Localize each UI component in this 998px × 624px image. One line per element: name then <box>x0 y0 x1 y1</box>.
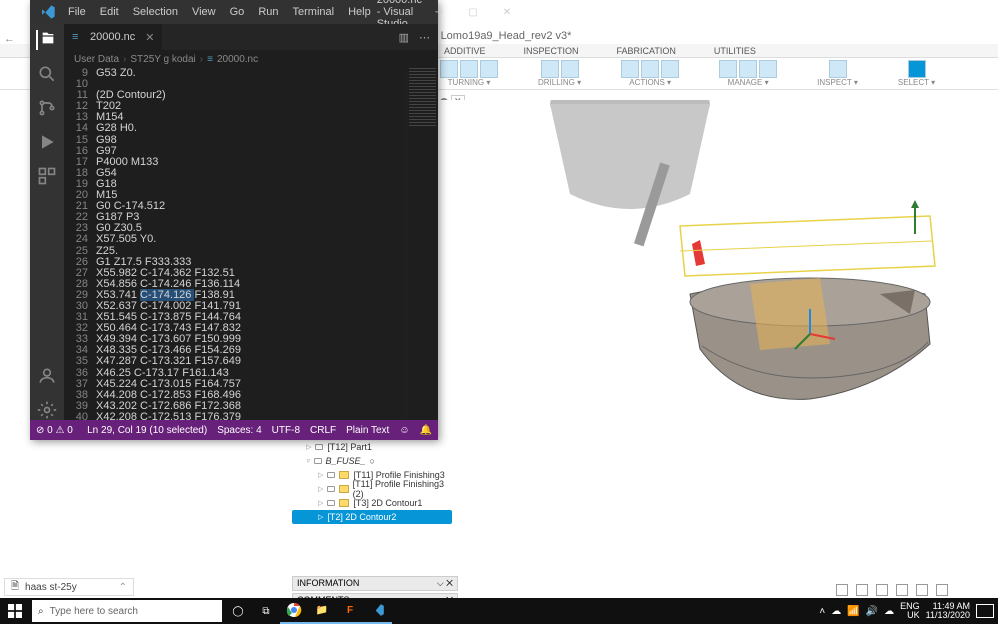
nav-home-icon[interactable] <box>836 584 848 596</box>
windows-taskbar[interactable]: ⌕ Type here to search ◯ ⧉ 📁 F ˄ ☁ 📶 🔊 ☁ … <box>0 598 998 624</box>
vscode-tabbar[interactable]: ≡ 20000.nc ✕ ▥ ⋯ <box>64 24 438 50</box>
language-indicator[interactable]: ENGUK <box>900 602 920 620</box>
explorer-file-tab[interactable]: 🗎 haas st-25y ⌃ <box>4 578 134 596</box>
editor-tab[interactable]: ≡ 20000.nc ✕ <box>64 24 163 50</box>
extensions-icon[interactable] <box>37 166 57 186</box>
system-tray[interactable]: ˄ ☁ 📶 🔊 ☁ ENGUK 11:49 AM11/13/2020 <box>819 602 998 620</box>
nav-fit-icon[interactable] <box>916 584 928 596</box>
search-icon[interactable] <box>37 64 57 84</box>
menu-go[interactable]: Go <box>224 3 251 21</box>
info-header[interactable]: INFORMATION <box>297 578 359 589</box>
status-spaces[interactable]: Spaces: 4 <box>217 425 261 436</box>
ribbon-select[interactable]: SELECT ▾ <box>898 60 935 87</box>
line-gutter: 9101112131415161718192021222324252627282… <box>64 68 96 420</box>
minimap[interactable] <box>406 68 438 420</box>
vscode-logo-icon <box>40 4 56 20</box>
tree-part[interactable]: [T12] Part1 <box>327 442 372 452</box>
nav-zoom-icon[interactable] <box>896 584 908 596</box>
menu-help[interactable]: Help <box>342 3 377 21</box>
wifi-icon[interactable]: 📶 <box>847 606 859 617</box>
volume-icon[interactable]: 🔊 <box>866 606 878 617</box>
op-contour1[interactable]: [T3] 2D Contour1 <box>353 498 422 508</box>
vscode-taskbar-icon[interactable] <box>364 598 392 624</box>
op-contour2-selected[interactable]: [T2] 2D Contour2 <box>327 512 396 522</box>
tab-utilities[interactable]: UTILITIES <box>710 44 760 58</box>
status-language[interactable]: Plain Text <box>346 425 389 436</box>
file-type-icon: ≡ <box>72 31 84 43</box>
nav-pan-icon[interactable] <box>876 584 888 596</box>
menu-view[interactable]: View <box>186 3 222 21</box>
account-icon[interactable] <box>37 366 57 386</box>
menu-edit[interactable]: Edit <box>94 3 125 21</box>
menu-selection[interactable]: Selection <box>127 3 184 21</box>
start-button[interactable] <box>0 598 30 624</box>
minimize-button[interactable]: ─ <box>422 0 456 24</box>
chevron-up-icon[interactable]: ⌃ <box>119 582 127 593</box>
cortana-icon[interactable]: ◯ <box>224 598 252 624</box>
op-profile-2[interactable]: [T11] Profile Finishing3 (2) <box>353 479 452 499</box>
vscode-activity-bar[interactable] <box>30 24 64 420</box>
notification-icon[interactable] <box>976 604 994 618</box>
gear-icon[interactable] <box>37 400 57 420</box>
explorer-taskbar-icon[interactable]: 📁 <box>308 598 336 624</box>
bell-icon[interactable]: 🔔 <box>420 425 432 436</box>
info-collapse-icon[interactable]: ⌵ ✕ <box>437 578 453 589</box>
fusion-taskbar-icon[interactable]: F <box>336 598 364 624</box>
vscode-breadcrumb[interactable]: User Data› ST25Y g kodai› ≡20000.nc <box>64 50 438 68</box>
more-icon[interactable]: ⋯ <box>419 31 430 44</box>
ribbon-turning[interactable]: TURNING ▾ <box>440 60 498 87</box>
ribbon-inspect[interactable]: INSPECT ▾ <box>817 60 858 87</box>
explorer-icon[interactable] <box>36 30 56 50</box>
tab-additive[interactable]: ADDITIVE <box>440 44 490 58</box>
taskbar-search[interactable]: ⌕ Type here to search <box>32 600 222 622</box>
tab-inspection[interactable]: INSPECTION <box>520 44 583 58</box>
menu-terminal[interactable]: Terminal <box>287 3 341 21</box>
close-button[interactable]: ✕ <box>490 0 524 24</box>
maximize-button[interactable]: ▢ <box>456 0 490 24</box>
status-problems[interactable]: ⊘ 0 ⚠ 0 <box>36 425 73 436</box>
status-encoding[interactable]: UTF-8 <box>272 425 300 436</box>
ribbon-actions[interactable]: ACTIONS ▾ <box>621 60 679 87</box>
clock[interactable]: 11:49 AM11/13/2020 <box>926 602 970 620</box>
file-icon: 🗎 <box>11 579 19 596</box>
search-icon: ⌕ <box>38 606 44 617</box>
nav-grid-icon[interactable] <box>936 584 948 596</box>
feedback-icon[interactable]: ☺ <box>399 425 409 436</box>
close-tab-icon[interactable]: ✕ <box>145 31 154 44</box>
fusion-browser-tree[interactable]: ▷[T12] Part1 ▿B_FUSE_○ ▷[T11] Profile Fi… <box>292 440 452 524</box>
vscode-titlebar[interactable]: File Edit Selection View Go Run Terminal… <box>30 0 438 24</box>
chrome-icon[interactable] <box>280 598 308 624</box>
source-control-icon[interactable] <box>37 98 57 118</box>
vscode-window: File Edit Selection View Go Run Terminal… <box>30 0 438 440</box>
vscode-menu[interactable]: File Edit Selection View Go Run Terminal… <box>62 3 377 21</box>
onedrive-icon[interactable]: ☁ <box>831 606 841 617</box>
split-editor-icon[interactable]: ▥ <box>399 31 409 44</box>
menu-file[interactable]: File <box>62 3 92 21</box>
status-cursor[interactable]: Ln 29, Col 19 (10 selected) <box>87 425 207 436</box>
task-view-icon[interactable]: ⧉ <box>252 598 280 624</box>
fusion-viewport[interactable] <box>440 100 992 544</box>
nav-orbit-icon[interactable] <box>856 584 868 596</box>
code-area[interactable]: G53 Z0.(2D Contour2)T202M154G28 H0.G98G9… <box>96 68 406 420</box>
vscode-editor[interactable]: 9101112131415161718192021222324252627282… <box>64 68 438 420</box>
sync-icon[interactable]: ☁ <box>884 606 894 617</box>
status-eol[interactable]: CRLF <box>310 425 336 436</box>
menu-run[interactable]: Run <box>252 3 284 21</box>
tab-fabrication[interactable]: FABRICATION <box>613 44 680 58</box>
ribbon-manage[interactable]: MANAGE ▾ <box>719 60 777 87</box>
viewport-nav[interactable] <box>836 584 948 596</box>
vscode-statusbar[interactable]: ⊘ 0 ⚠ 0 Ln 29, Col 19 (10 selected) Spac… <box>30 420 438 440</box>
tree-fuse[interactable]: B_FUSE_ <box>326 456 366 466</box>
fusion-doc-title: Lomo19a9_Head_rev2 v3* <box>427 30 572 42</box>
tray-chevron-icon[interactable]: ˄ <box>819 606 825 617</box>
ribbon-drilling[interactable]: DRILLING ▾ <box>538 60 581 87</box>
run-debug-icon[interactable] <box>37 132 57 152</box>
